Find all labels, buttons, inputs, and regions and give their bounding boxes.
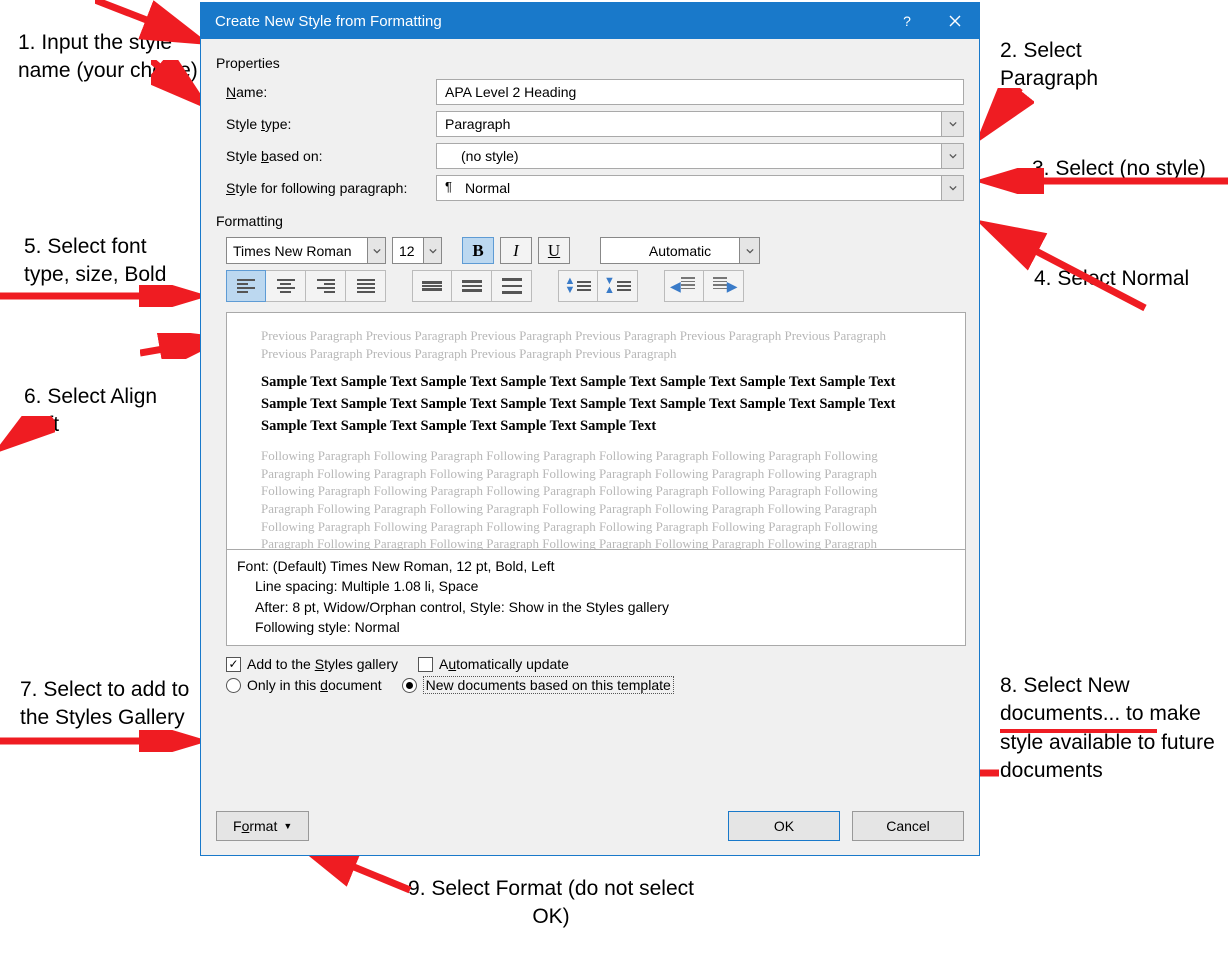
desc-line-1: Font: (Default) Times New Roman, 12 pt, … (237, 556, 955, 576)
radio-unselected-icon (226, 678, 241, 693)
decrease-indent-button[interactable]: ◀ (664, 270, 704, 302)
cancel-button[interactable]: Cancel (852, 811, 964, 841)
checkbox-unchecked-icon (418, 657, 433, 672)
following-combo[interactable]: ¶ Normal (436, 175, 964, 201)
font-name-value: Times New Roman (233, 243, 352, 259)
following-value: Normal (465, 180, 510, 196)
annotation-underline (1000, 729, 1157, 733)
desc-line-2: Line spacing: Multiple 1.08 li, Space (237, 576, 955, 596)
chevron-down-icon (941, 112, 963, 136)
underline-:= button[interactable]: U (538, 237, 570, 264)
help-button[interactable]: ? (883, 3, 931, 39)
align-justify-button[interactable] (346, 270, 386, 302)
caret-down-icon: ▼ (283, 821, 292, 831)
dialog-create-style: Create New Style from Formatting ? Prope… (200, 2, 980, 856)
para-space-increase-button[interactable]: ▲▼ (558, 270, 598, 302)
style-description: Font: (Default) Times New Roman, 12 pt, … (226, 550, 966, 646)
based-on-label: Style based on: (226, 148, 436, 164)
chevron-down-icon (739, 238, 759, 263)
font-name-combo[interactable]: Times New Roman (226, 237, 386, 264)
arrow-icon (978, 88, 1034, 148)
close-icon (949, 15, 961, 27)
style-type-combo[interactable]: Paragraph (436, 111, 964, 137)
align-left-button[interactable] (226, 270, 266, 302)
add-to-gallery-label: Add to the Styles gallery (247, 656, 398, 672)
annotation-2: 2. Select Paragraph (1000, 37, 1180, 94)
annotation-6: 6. Select Align Left (24, 383, 194, 440)
chevron-down-icon (941, 144, 963, 168)
auto-update-checkbox[interactable]: Automatically update (418, 656, 569, 672)
line-spacing-1.5-button[interactable] (452, 270, 492, 302)
increase-indent-button[interactable]: ▶ (704, 270, 744, 302)
annotation-5: 5. Select font type, size, Bold (24, 233, 194, 290)
annotation-7: 7. Select to add to the Styles Gallery (20, 676, 190, 733)
style-type-value: Paragraph (445, 116, 510, 132)
desc-line-3: After: 8 pt, Widow/Orphan control, Style… (237, 597, 955, 617)
style-type-label: Style type: (226, 116, 436, 132)
auto-update-label: Automatically update (439, 656, 569, 672)
preview-previous-text: Previous Paragraph Previous Paragraph Pr… (261, 327, 931, 362)
new-documents-label: New documents based on this template (423, 676, 674, 694)
italic-button[interactable]: I (500, 237, 532, 264)
preview-pane: Previous Paragraph Previous Paragraph Pr… (226, 312, 966, 550)
name-input[interactable] (436, 79, 964, 105)
preview-sample-text: Sample Text Sample Text Sample Text Samp… (261, 372, 931, 437)
close-button[interactable] (931, 3, 979, 39)
annotation-4: 4. Select Normal (1034, 265, 1214, 293)
annotation-1: 1. Input the style name (your choice) (18, 29, 198, 86)
new-documents-radio[interactable]: New documents based on this template (402, 676, 674, 694)
radio-selected-icon (402, 678, 417, 693)
align-right-button[interactable] (306, 270, 346, 302)
based-on-value: (no style) (461, 148, 519, 164)
dialog-title: Create New Style from Formatting (215, 13, 442, 30)
name-label: Name: (226, 84, 436, 100)
para-space-decrease-button[interactable]: ▼▲ (598, 270, 638, 302)
format-button[interactable]: Format▼ (216, 811, 309, 841)
titlebar[interactable]: Create New Style from Formatting ? (201, 3, 979, 39)
font-color-value: Automatic (649, 243, 711, 259)
ok-button[interactable]: OK (728, 811, 840, 841)
based-on-combo[interactable]: (no style) (436, 143, 964, 169)
chevron-down-icon (367, 238, 385, 263)
properties-label: Properties (216, 55, 964, 71)
only-this-document-radio[interactable]: Only in this document (226, 677, 382, 693)
annotation-9: 9. Select Format (do not select OK) (401, 875, 701, 932)
align-center-button[interactable] (266, 270, 306, 302)
annotation-3: 3. Select (no style) (1032, 155, 1212, 183)
formatting-label: Formatting (216, 213, 964, 229)
desc-line-4: Following style: Normal (237, 617, 955, 637)
preview-following-text: Following Paragraph Following Paragraph … (261, 447, 931, 550)
chevron-down-icon (941, 176, 963, 200)
pilcrow-icon: ¶ (445, 179, 452, 194)
font-color-combo[interactable]: Automatic (600, 237, 760, 264)
add-to-gallery-checkbox[interactable]: ✓ Add to the Styles gallery (226, 656, 398, 672)
line-spacing-2-button[interactable] (492, 270, 532, 302)
only-this-document-label: Only in this document (247, 677, 382, 693)
chevron-down-icon (423, 238, 441, 263)
font-size-value: 12 (399, 243, 415, 259)
checkbox-checked-icon: ✓ (226, 657, 241, 672)
arrow-icon (0, 730, 210, 752)
line-spacing-1-button[interactable] (412, 270, 452, 302)
bold-button[interactable]: B (462, 237, 494, 264)
font-size-combo[interactable]: 12 (392, 237, 442, 264)
following-label: Style for following paragraph: (226, 180, 436, 196)
